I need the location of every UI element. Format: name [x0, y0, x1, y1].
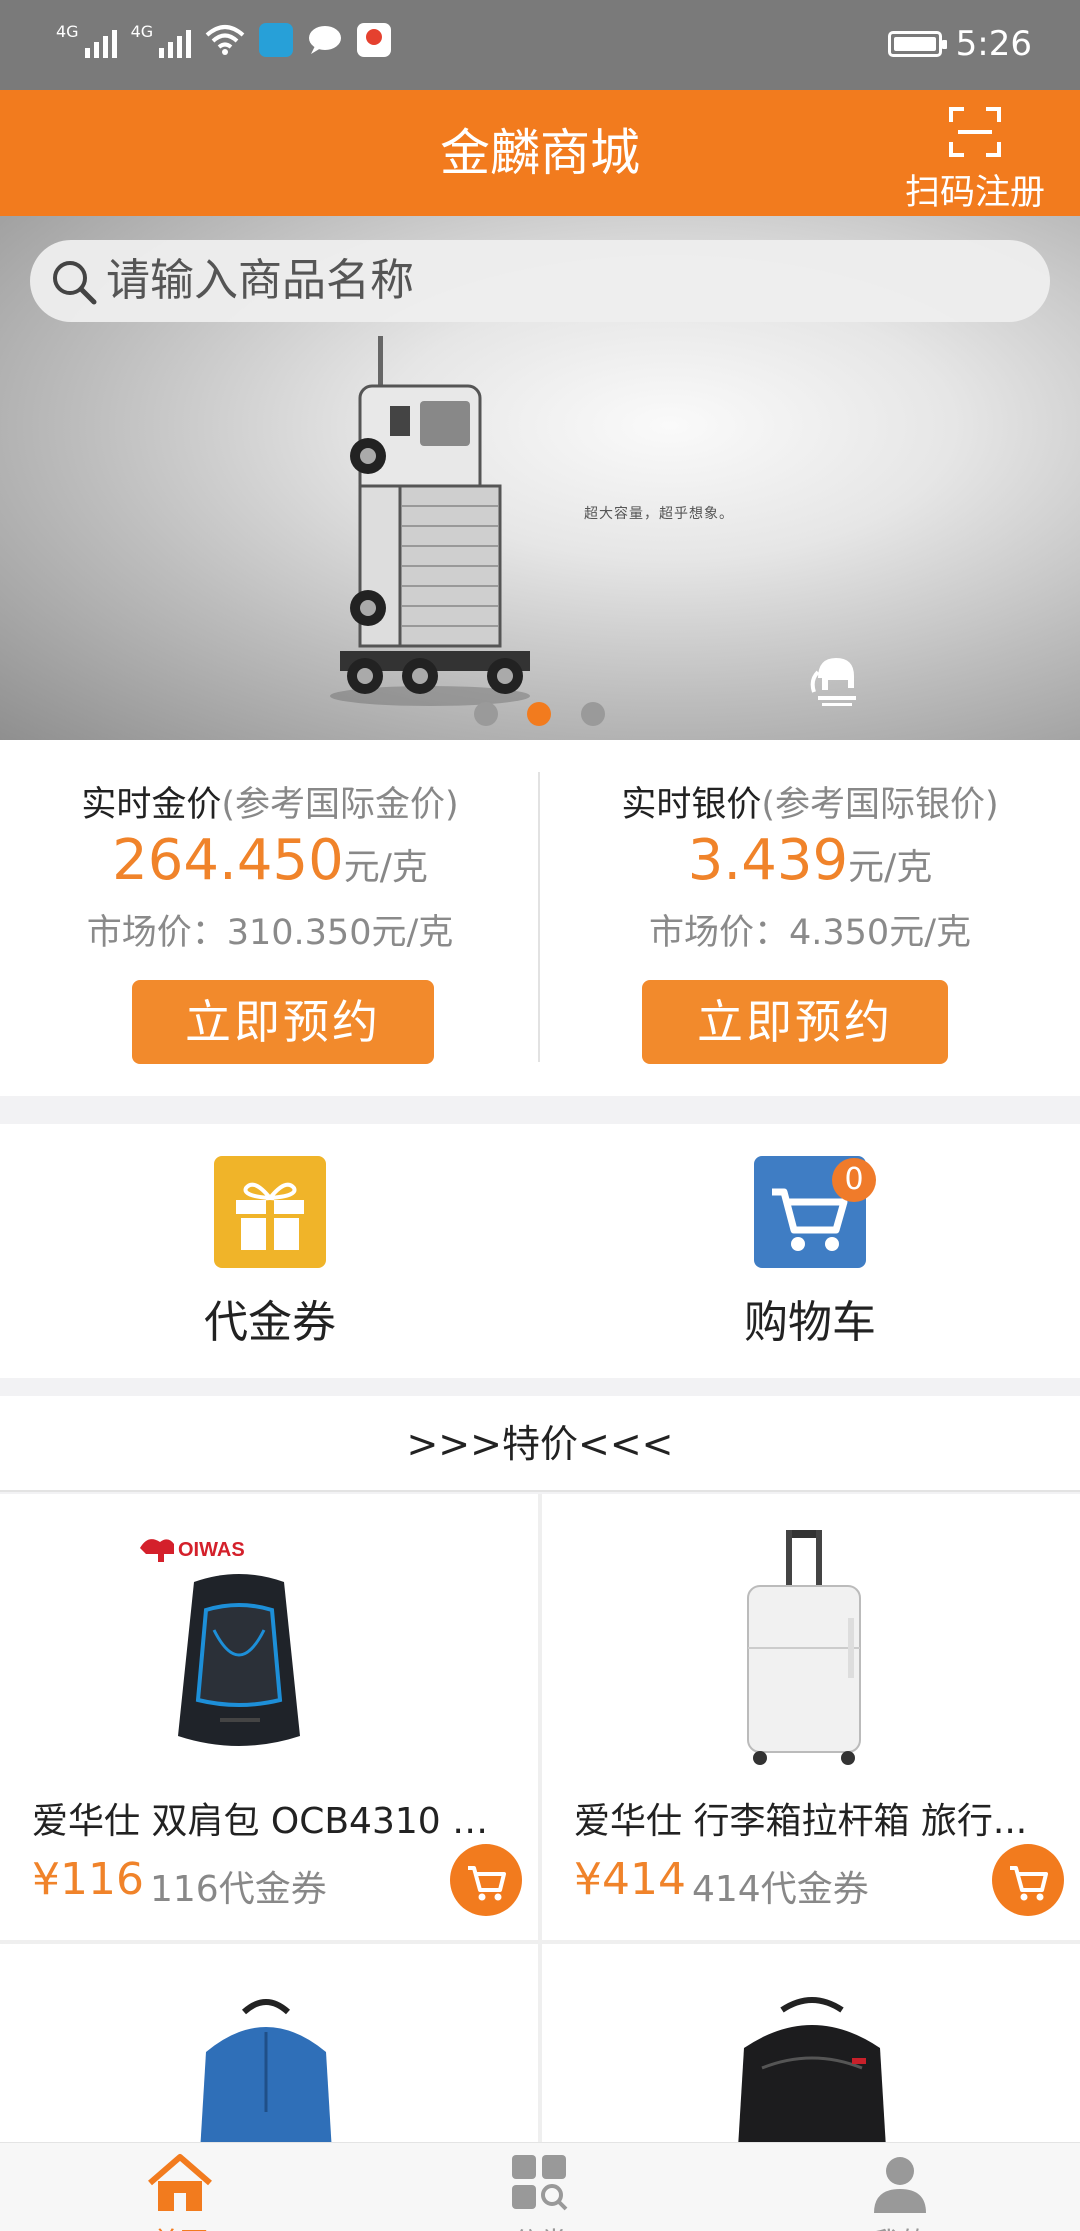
- gold-price-unit: 元/克: [343, 847, 428, 888]
- signal-icon: 4G: [56, 22, 117, 58]
- gold-price-reference: (参考国际金价): [221, 785, 459, 825]
- silver-price-unit: 元/克: [848, 847, 933, 888]
- shortcut-grid: 代金券 0 购物车: [0, 1124, 1080, 1378]
- home-icon: [148, 2154, 212, 2211]
- tab-category[interactable]: 分类: [360, 2143, 720, 2231]
- product-card[interactable]: OIWAS 爱华仕 双肩包 OCB4310 商... ¥116 116代金券: [0, 1494, 538, 1940]
- cart-icon: [1010, 1866, 1048, 1901]
- product-price: ¥414: [574, 1854, 686, 1905]
- add-to-cart-button[interactable]: [992, 1844, 1064, 1916]
- cart-count-badge: 0: [832, 1158, 876, 1202]
- product-name: 爱华仕 双肩包 OCB4310 商...: [32, 1801, 518, 1842]
- product-card[interactable]: 爱华仕 行李箱拉杆箱 旅行... ¥414 414代金券: [542, 1494, 1080, 1940]
- silver-price-label: 实时银价: [621, 785, 762, 825]
- silver-price-value: 3.439元/克: [540, 828, 1080, 893]
- product-name: 爱华仕 行李箱拉杆箱 旅行...: [574, 1801, 1028, 1842]
- scan-register-button[interactable]: 扫码注册: [900, 98, 1050, 213]
- black-laptop-backpack-image: [738, 1997, 886, 2142]
- gold-price-title: 实时金价(参考国际金价): [0, 776, 540, 827]
- gold-price-panel: 实时金价(参考国际金价) 264.450元/克 市场价：310.350元/克 立…: [0, 740, 540, 1096]
- maps-app-icon: [357, 23, 392, 57]
- tab-profile[interactable]: 我的: [720, 2143, 1080, 2231]
- network-type: 4G: [130, 22, 154, 41]
- precious-metal-prices: 实时金价(参考国际金价) 264.450元/克 市场价：310.350元/克 立…: [0, 740, 1080, 1096]
- gold-price-number: 264.450: [112, 828, 344, 893]
- carousel-dot[interactable]: [581, 702, 605, 726]
- category-search-icon: [512, 2155, 568, 2211]
- clock: 5:26: [955, 24, 1032, 64]
- carousel-dot-active[interactable]: [527, 702, 551, 726]
- silver-price-panel: 实时银价(参考国际银价) 3.439元/克 市场价：4.350元/克 立即预约: [540, 740, 1080, 1096]
- app-header: 金麟商城 扫码注册: [0, 90, 1080, 216]
- cart-icon: [468, 1866, 506, 1901]
- cart-shortcut[interactable]: 0 购物车: [540, 1124, 1080, 1378]
- gold-price-label: 实时金价: [81, 785, 222, 825]
- add-to-cart-button[interactable]: [450, 1844, 522, 1916]
- signal-icon: 4G: [131, 22, 192, 58]
- status-left: 4G 4G: [56, 22, 392, 58]
- network-type: 4G: [56, 22, 79, 41]
- silver-market-price: 市场价：4.350元/克: [649, 913, 971, 953]
- scan-register-label: 扫码注册: [904, 173, 1045, 213]
- battery-icon: [887, 31, 947, 57]
- specials-heading: >>>特价<<<: [0, 1396, 1080, 1492]
- tab-home[interactable]: 首页: [0, 2143, 360, 2231]
- black-backpack-image: OIWAS: [140, 1539, 300, 1746]
- grid-divider: [0, 1940, 1080, 1944]
- promo-banner[interactable]: 请输入商品名称 超大容量，超乎想象。: [0, 216, 1080, 740]
- silver-price-reference: (参考国际银价): [761, 785, 999, 825]
- product-voucher: 414代金券: [692, 1869, 869, 1910]
- silver-price-title: 实时银价(参考国际银价): [540, 776, 1080, 827]
- product-voucher: 116代金券: [150, 1869, 327, 1910]
- silver-price-number: 3.439: [687, 828, 849, 893]
- gold-market-price: 市场价：310.350元/克: [86, 913, 454, 953]
- grid-divider: [538, 1494, 542, 2142]
- blue-backpack-image: [200, 1999, 332, 2142]
- carousel-dot[interactable]: [474, 702, 498, 726]
- product-card[interactable]: [0, 1944, 538, 2142]
- white-suitcase-image: [747, 1530, 861, 1765]
- scan-icon: [949, 107, 1001, 157]
- elephant-logo: [810, 658, 856, 706]
- bottom-tab-bar: 首页 分类 我的: [0, 2142, 1080, 2231]
- gold-reserve-button[interactable]: 立即预约: [132, 980, 434, 1064]
- status-bar: 4G 4G 5:26: [0, 0, 1080, 90]
- voucher-shortcut[interactable]: 代金券: [0, 1124, 540, 1378]
- vertical-truck-image: [330, 336, 530, 706]
- reader-app-icon: [259, 23, 294, 57]
- cart-tile: 0: [754, 1156, 876, 1268]
- gold-price-value: 264.450元/克: [0, 828, 540, 893]
- cart-label: 购物车: [744, 1297, 876, 1348]
- search-bar[interactable]: 请输入商品名称: [30, 240, 1050, 322]
- message-icon: [309, 26, 342, 54]
- user-icon: [874, 2157, 926, 2213]
- search-placeholder: 请输入商品名称: [106, 255, 414, 306]
- silver-reserve-button[interactable]: 立即预约: [642, 980, 948, 1064]
- gift-icon: [214, 1156, 326, 1268]
- voucher-label: 代金券: [204, 1297, 336, 1348]
- search-icon: [53, 261, 97, 305]
- product-price: ¥116: [32, 1854, 144, 1905]
- product-card[interactable]: [542, 1944, 1080, 2142]
- brand-logo-text: OIWAS: [178, 1539, 245, 1561]
- banner-slogan: 超大容量，超乎想象。: [584, 506, 734, 522]
- wifi-icon: [205, 25, 245, 55]
- status-right: 5:26: [887, 24, 1032, 64]
